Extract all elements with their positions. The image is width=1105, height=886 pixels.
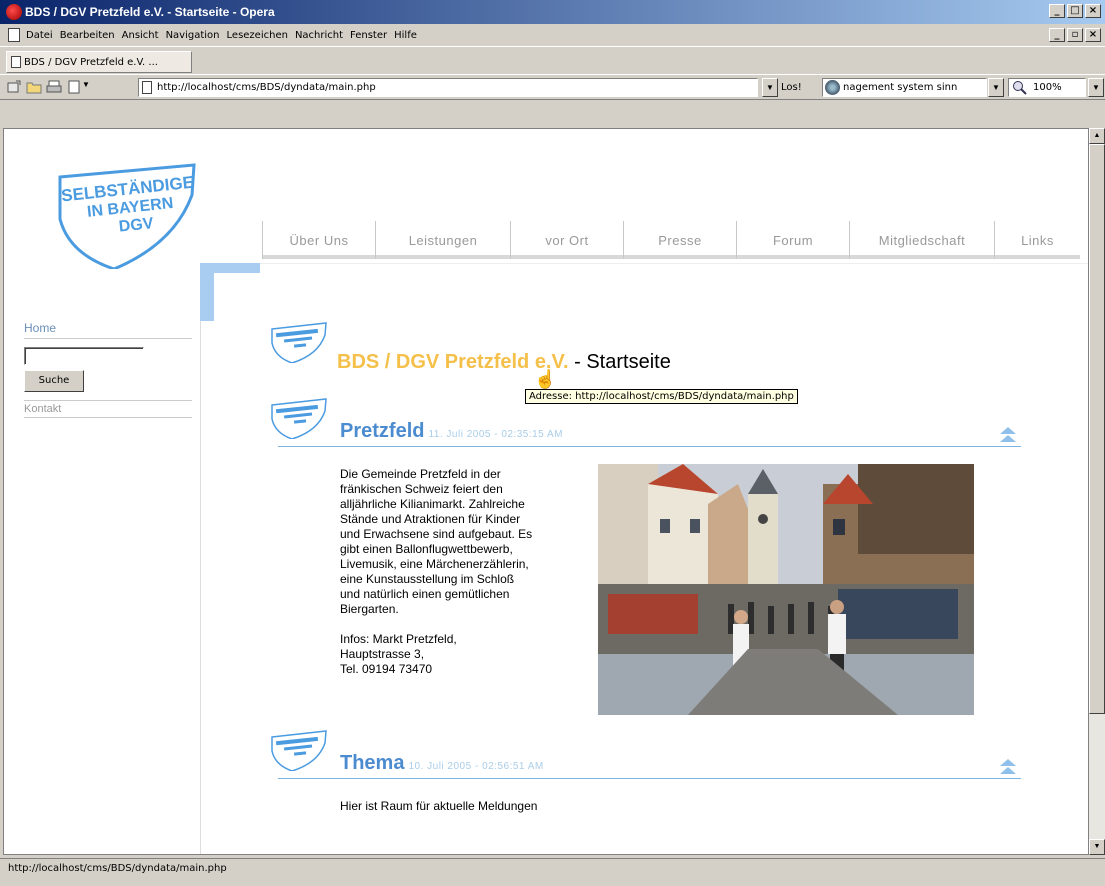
article-body: Die Gemeinde Pretzfeld in der fränkische… xyxy=(340,467,532,677)
search-dropdown-button[interactable]: ▼ xyxy=(988,78,1004,97)
menu-lesezeichen[interactable]: Lesezeichen xyxy=(227,30,288,41)
article-line: Livemusik, eine Märchenerzählerin, xyxy=(340,557,529,571)
scroll-up-button[interactable]: ▲ xyxy=(1089,128,1105,144)
article-photo xyxy=(598,464,974,715)
menu-nachricht[interactable]: Nachricht xyxy=(295,30,343,41)
zoom-dropdown-button[interactable]: ▼ xyxy=(1088,78,1104,97)
status-text: http://localhost/cms/BDS/dyndata/main.ph… xyxy=(8,863,227,874)
menu-bar: Datei Bearbeiten Ansicht Navigation Lese… xyxy=(0,24,1105,46)
go-button[interactable]: Los! xyxy=(781,82,802,93)
sidebar-item-home[interactable]: Home xyxy=(24,319,192,339)
article-info-line: Hauptstrasse 3, xyxy=(340,647,425,661)
scroll-thumb[interactable] xyxy=(1089,144,1105,714)
close-button[interactable]: × xyxy=(1085,4,1101,18)
mdi-restore-button[interactable]: ▫ xyxy=(1067,28,1083,42)
article-info-line: Tel. 09194 73470 xyxy=(340,662,433,676)
menu-hilfe[interactable]: Hilfe xyxy=(394,30,417,41)
article-line: Biergarten. xyxy=(340,602,399,616)
mdi-close-button[interactable]: × xyxy=(1085,28,1101,42)
nav-mitgliedschaft[interactable]: Mitgliedschaft xyxy=(849,221,994,259)
article-header: Pretzfeld 11. Juli 2005 - 02:35:15 AM xyxy=(278,420,1021,447)
nav-vor-ort[interactable]: vor Ort xyxy=(510,221,623,259)
address-value: http://localhost/cms/BDS/dyndata/main.ph… xyxy=(157,82,376,93)
search-button[interactable]: Suche xyxy=(24,370,84,392)
document-icon xyxy=(8,28,20,42)
scroll-top-icon[interactable] xyxy=(999,758,1017,776)
article-title[interactable]: Thema 10. Juli 2005 - 02:56:51 AM xyxy=(340,752,544,775)
logo-text-line3: DGV xyxy=(118,215,155,236)
window-title: BDS / DGV Pretzfeld e.V. - Startseite - … xyxy=(25,5,275,19)
nav-links[interactable]: Links xyxy=(994,221,1080,259)
article-date: 11. Juli 2005 - 02:35:15 AM xyxy=(428,429,563,440)
mdi-minimize-button[interactable]: _ xyxy=(1049,28,1065,42)
mdi-controls: _ ▫ × xyxy=(1049,28,1101,42)
tab-bar: BDS / DGV Pretzfeld e.V. ... xyxy=(0,46,1105,74)
scroll-top-icon[interactable] xyxy=(999,426,1017,444)
article-line: und natürlich einen gemütlichen xyxy=(340,587,510,601)
tab-main[interactable]: BDS / DGV Pretzfeld e.V. ... xyxy=(6,51,192,73)
article-line: eine Kunstausstellung im Schloß xyxy=(340,572,515,586)
new-page-dropdown-icon[interactable]: ▼ xyxy=(82,80,90,89)
window-controls: _ □ × xyxy=(1049,4,1101,18)
address-dropdown-button[interactable]: ▼ xyxy=(762,78,778,97)
address-tooltip: Adresse: http://localhost/cms/BDS/dyndat… xyxy=(525,389,798,404)
menu-bearbeiten[interactable]: Bearbeiten xyxy=(60,30,115,41)
search-engine-icon[interactable] xyxy=(825,80,840,95)
article-line: gibt einen Ballonflugwettbewerb, xyxy=(340,542,513,556)
nav-ueber-uns[interactable]: Über Uns xyxy=(262,221,375,259)
wand-icon[interactable] xyxy=(6,80,22,94)
article-info-line: Infos: Markt Pretzfeld, xyxy=(340,632,457,646)
article-line: und Erwachsene sind aufgebaut. Es xyxy=(340,527,533,541)
zoom-value: 100% xyxy=(1033,82,1062,93)
minimize-button[interactable]: _ xyxy=(1049,4,1065,18)
article-body: Hier ist Raum für aktuelle Meldungen xyxy=(340,799,537,814)
sidebar-item-kontakt[interactable]: Kontakt xyxy=(24,400,192,418)
page-title-suffix: - Startseite xyxy=(568,351,671,373)
vertical-scrollbar[interactable]: ▲ ▼ xyxy=(1089,128,1105,855)
sidebar-search-input[interactable] xyxy=(24,347,144,365)
search-field[interactable]: nagement system sinn xyxy=(822,78,987,97)
site-logo[interactable]: SELBSTÄNDIGE IN BAYERN DGV xyxy=(54,159,199,269)
article-date: 10. Juli 2005 - 02:56:51 AM xyxy=(408,761,544,772)
page-viewport[interactable]: SELBSTÄNDIGE IN BAYERN DGV Über Uns Leis… xyxy=(3,128,1089,855)
maximize-button[interactable]: □ xyxy=(1067,4,1083,18)
menu-datei[interactable]: Datei xyxy=(26,30,53,41)
zoom-field[interactable]: 100% xyxy=(1008,78,1086,97)
page-icon xyxy=(11,56,21,68)
menu-ansicht[interactable]: Ansicht xyxy=(122,30,159,41)
new-page-icon[interactable] xyxy=(66,80,82,94)
address-field[interactable]: http://localhost/cms/BDS/dyndata/main.ph… xyxy=(138,78,758,97)
window-titlebar: BDS / DGV Pretzfeld e.V. - Startseite - … xyxy=(0,0,1105,24)
sidebar: Home Suche Kontakt xyxy=(24,319,192,418)
article-line: Hier ist Raum für aktuelle Meldungen xyxy=(340,799,538,813)
opera-icon xyxy=(6,4,22,20)
article-header: Thema 10. Juli 2005 - 02:56:51 AM xyxy=(278,752,1021,779)
menu-fenster[interactable]: Fenster xyxy=(350,30,387,41)
search-value: nagement system sinn xyxy=(843,82,958,93)
nav-leistungen[interactable]: Leistungen xyxy=(375,221,510,259)
nav-presse[interactable]: Presse xyxy=(623,221,736,259)
address-toolbar: ▼ http://localhost/cms/BDS/dyndata/main.… xyxy=(0,74,1105,126)
status-bar: http://localhost/cms/BDS/dyndata/main.ph… xyxy=(0,858,1105,886)
zoom-icon xyxy=(1013,81,1027,95)
page-title: BDS / DGV Pretzfeld e.V. - Startseite xyxy=(337,351,671,374)
page-icon xyxy=(142,81,152,94)
hand-cursor-icon: ☝ xyxy=(534,369,557,389)
article-title[interactable]: Pretzfeld 11. Juli 2005 - 02:35:15 AM xyxy=(340,420,563,443)
main-nav: Über Uns Leistungen vor Ort Presse Forum… xyxy=(262,221,1080,259)
tab-label: BDS / DGV Pretzfeld e.V. ... xyxy=(24,56,158,68)
article-line: Stände und Atraktionen für Kinder xyxy=(340,512,521,526)
decor-corner-side xyxy=(200,263,214,321)
article-line: fränkischen Schweiz feiert den xyxy=(340,482,503,496)
article-line: Die Gemeinde Pretzfeld in der xyxy=(340,467,501,481)
article-line: alljährliche Kilianimarkt. Zahlreiche xyxy=(340,497,525,511)
nav-forum[interactable]: Forum xyxy=(736,221,849,259)
mini-logo-icon xyxy=(271,322,327,363)
open-folder-icon[interactable] xyxy=(26,80,42,94)
scroll-down-button[interactable]: ▼ xyxy=(1089,839,1105,855)
menu-navigation[interactable]: Navigation xyxy=(166,30,220,41)
print-icon[interactable] xyxy=(46,80,62,94)
